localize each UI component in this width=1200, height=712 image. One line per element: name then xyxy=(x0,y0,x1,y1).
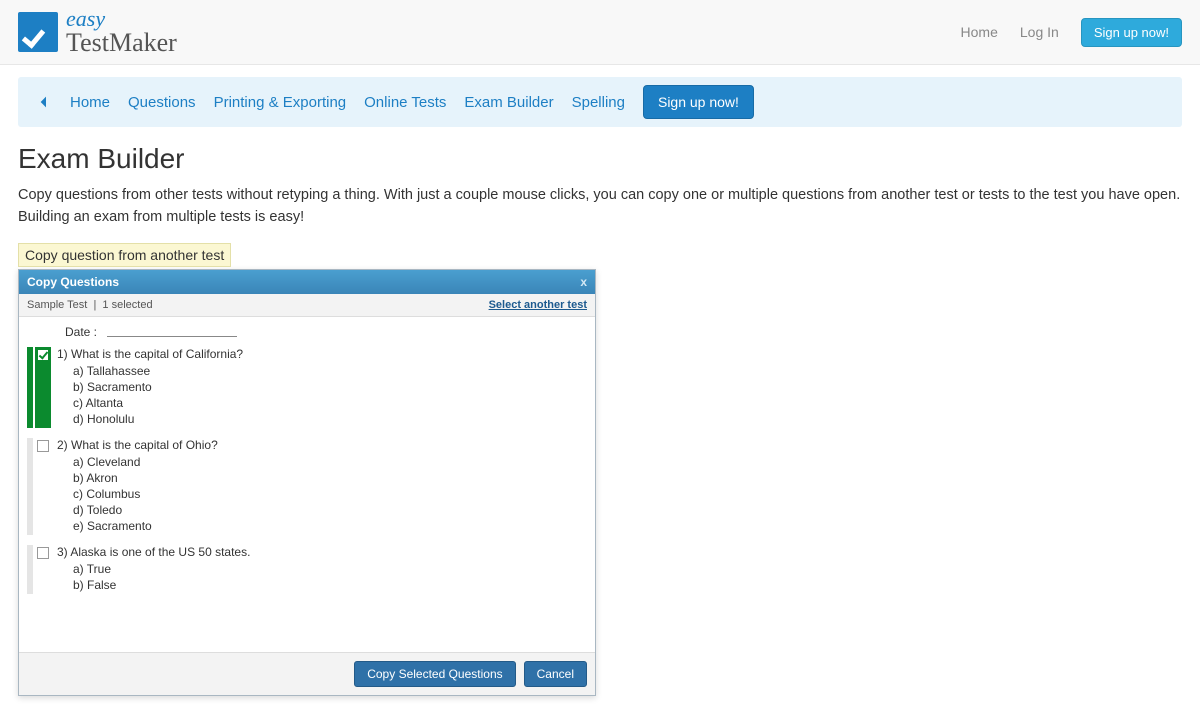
date-row: Date : xyxy=(27,323,587,347)
question-select-bar xyxy=(27,347,33,428)
question-checkbox-cell[interactable] xyxy=(35,347,51,428)
question-option: a) True xyxy=(73,562,587,576)
question-options: a) Tallahassee b) Sacramento c) Altanta d) … xyxy=(57,364,587,426)
question-option: a) Cleveland xyxy=(73,455,587,469)
checkbox-icon[interactable] xyxy=(37,440,49,452)
nav-home-top[interactable]: Home xyxy=(961,24,998,40)
logo-maker: TestMaker xyxy=(66,30,177,56)
question-option: b) Akron xyxy=(73,471,587,485)
question-row[interactable]: 2) What is the capital of Ohio? a) Clevel… xyxy=(27,438,587,535)
top-bar: easy TestMaker Home Log In Sign up now! xyxy=(0,0,1200,65)
question-content: 3) Alaska is one of the US 50 states. a) … xyxy=(57,545,587,594)
question-content: 1) What is the capital of California? a) … xyxy=(57,347,587,428)
question-row[interactable]: 3) Alaska is one of the US 50 states. a) … xyxy=(27,545,587,594)
logo-check-icon xyxy=(18,12,58,52)
question-text: 1) What is the capital of California? xyxy=(57,347,587,361)
question-option: d) Toledo xyxy=(73,503,587,517)
dialog-body[interactable]: Date : 1) What is the capital of Califor… xyxy=(19,317,595,652)
question-option: e) Sacramento xyxy=(73,519,587,533)
question-options: a) True b) False xyxy=(57,562,587,592)
question-text: 2) What is the capital of Ohio? xyxy=(57,438,587,452)
date-label: Date : xyxy=(65,325,97,339)
close-icon[interactable]: x xyxy=(580,275,587,289)
nav-questions[interactable]: Questions xyxy=(128,94,196,111)
dialog-footer: Copy Selected Questions Cancel xyxy=(19,652,595,695)
copy-selected-button[interactable]: Copy Selected Questions xyxy=(354,661,515,687)
logo-easy: easy xyxy=(66,8,177,30)
dialog-header: Copy Questions x xyxy=(19,270,595,294)
question-option: a) Tallahassee xyxy=(73,364,587,378)
question-text: 3) Alaska is one of the US 50 states. xyxy=(57,545,587,559)
question-option: d) Honolulu xyxy=(73,412,587,426)
checkbox-icon[interactable] xyxy=(37,547,49,559)
dialog-test-name: Sample Test xyxy=(27,299,87,311)
question-select-bar xyxy=(27,545,33,594)
question-option: b) Sacramento xyxy=(73,380,587,394)
nav-home[interactable]: Home xyxy=(70,94,110,111)
nav-bar: Home Questions Printing & Exporting Onli… xyxy=(18,77,1182,127)
dialog-subheader: Sample Test | 1 selected Select another … xyxy=(19,294,595,317)
page-description: Copy questions from other tests without … xyxy=(18,185,1182,229)
dialog-title: Copy Questions xyxy=(27,275,119,289)
logo-text: easy TestMaker xyxy=(66,8,177,56)
question-option: c) Altanta xyxy=(73,396,587,410)
date-blank-line xyxy=(107,327,237,337)
question-checkbox-cell[interactable] xyxy=(35,438,51,535)
dialog-test-info: Sample Test | 1 selected xyxy=(27,299,153,311)
question-content: 2) What is the capital of Ohio? a) Clevel… xyxy=(57,438,587,535)
question-option: c) Columbus xyxy=(73,487,587,501)
question-options: a) Cleveland b) Akron c) Columbus d) Toledo… xyxy=(57,455,587,533)
select-another-test-link[interactable]: Select another test xyxy=(489,299,587,311)
top-right: Home Log In Sign up now! xyxy=(961,18,1182,47)
page-title: Exam Builder xyxy=(18,143,1182,175)
nav-login-top[interactable]: Log In xyxy=(1020,24,1059,40)
signup-button-top[interactable]: Sign up now! xyxy=(1081,18,1182,47)
nav-printing[interactable]: Printing & Exporting xyxy=(214,94,347,111)
nav-online-tests[interactable]: Online Tests xyxy=(364,94,446,111)
question-select-bar xyxy=(27,438,33,535)
nav-spelling[interactable]: Spelling xyxy=(572,94,625,111)
copy-questions-dialog: Copy Questions x Sample Test | 1 selecte… xyxy=(18,269,596,696)
signup-button-nav[interactable]: Sign up now! xyxy=(643,85,754,119)
chevron-left-icon xyxy=(36,94,52,110)
checkbox-icon[interactable] xyxy=(37,349,49,361)
question-checkbox-cell[interactable] xyxy=(35,545,51,594)
cancel-button[interactable]: Cancel xyxy=(524,661,587,687)
screenshot-caption: Copy question from another test xyxy=(18,243,231,267)
question-row[interactable]: 1) What is the capital of California? a) … xyxy=(27,347,587,428)
logo[interactable]: easy TestMaker xyxy=(18,8,177,56)
nav-exam-builder[interactable]: Exam Builder xyxy=(464,94,553,111)
dialog-selected-count: 1 selected xyxy=(102,299,152,311)
main-content: Exam Builder Copy questions from other t… xyxy=(0,127,1200,712)
question-option: b) False xyxy=(73,578,587,592)
